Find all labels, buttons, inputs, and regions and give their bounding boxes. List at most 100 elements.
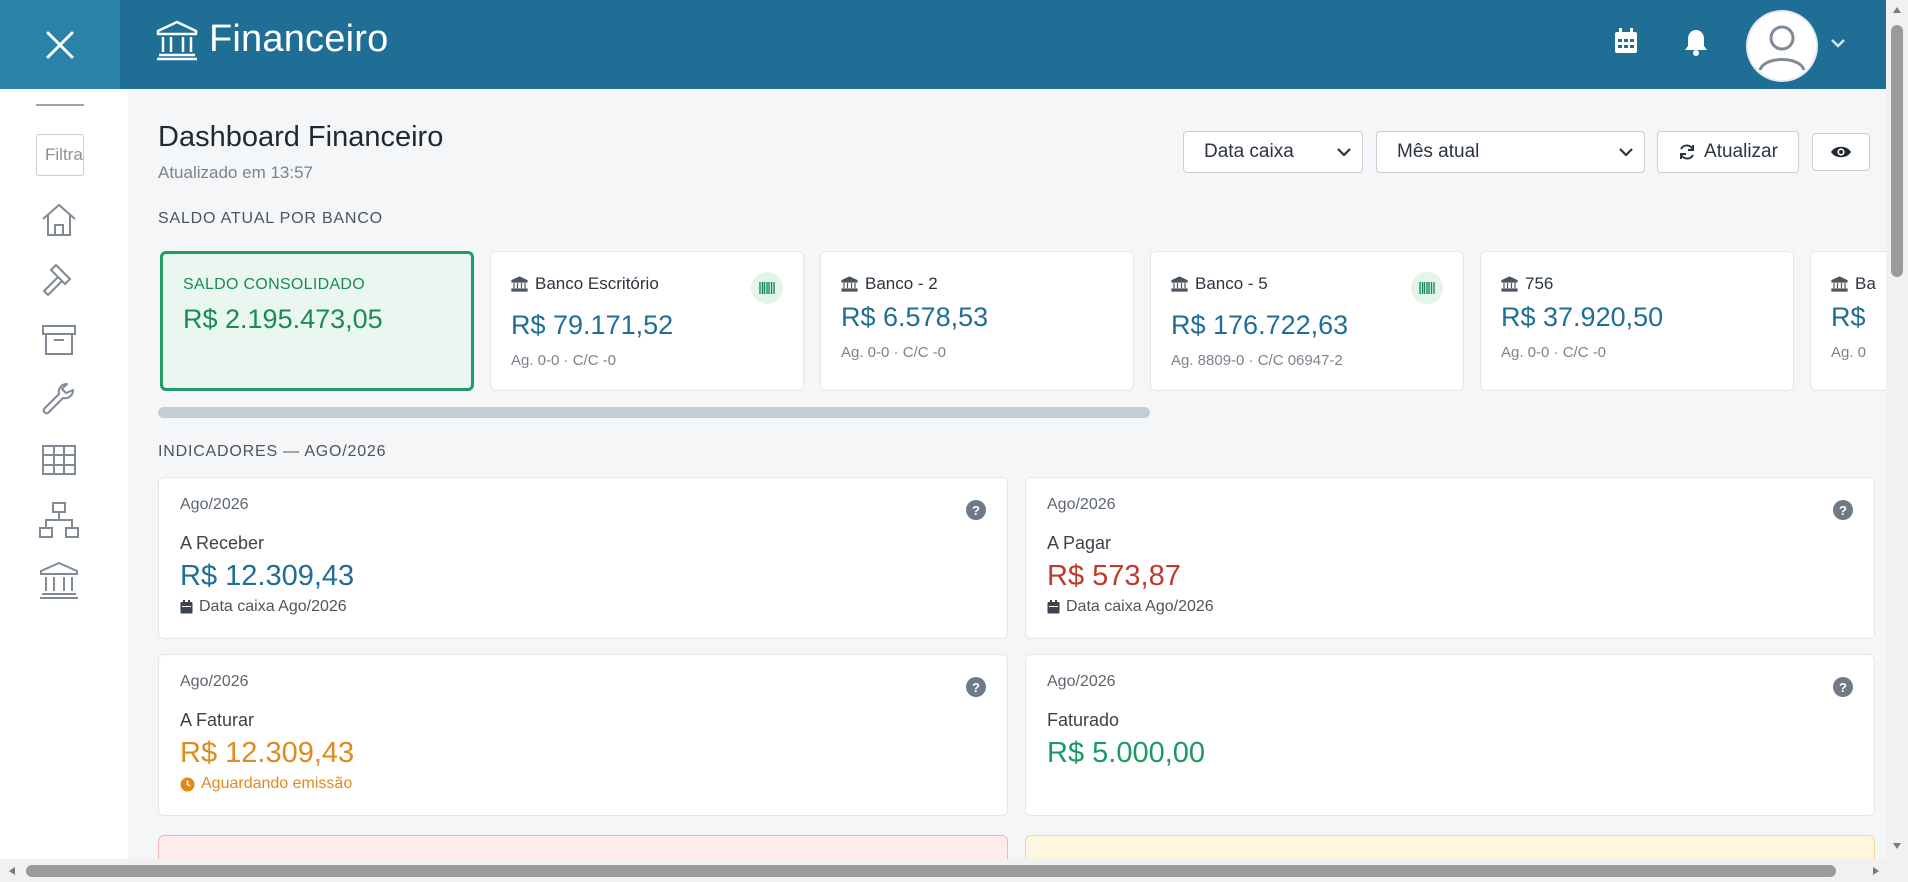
sidebar-divider [36, 104, 84, 106]
indicator-footnote-text: Data caixa Ago/2026 [199, 598, 347, 615]
barcode-icon [1419, 282, 1435, 294]
bank-card[interactable]: Banco Escritório R$ 79.171,52 Ag. 0-0 · … [490, 251, 804, 391]
indicator-period: Ago/2026 [1047, 496, 1116, 513]
indicator-value: R$ 5.000,00 [1047, 737, 1206, 769]
indicator-value: R$ 573,87 [1047, 560, 1181, 592]
indicator-title: A Receber [180, 533, 265, 553]
bank-amount: R$ 176.722,63 [1171, 310, 1349, 340]
calendar-button[interactable] [1614, 28, 1638, 59]
horizontal-scroll-thumb[interactable] [26, 865, 1836, 877]
bank-name: Banco - 5 [1171, 274, 1268, 294]
notifications-button[interactable] [1684, 28, 1708, 61]
indicator-card-to-invoice: Ago/2026 ? A Faturar R$ 12.309,43 Aguard… [158, 654, 1008, 816]
toggle-visibility-button[interactable] [1812, 133, 1870, 171]
indicator-title: Faturado [1047, 710, 1120, 730]
main-content: Dashboard Financeiro Atualizado em 13:57… [128, 89, 1899, 865]
bank-name-text: Banco Escritório [535, 274, 659, 293]
help-icon[interactable]: ? [966, 677, 986, 697]
scroll-left-icon[interactable] [8, 866, 16, 876]
bank-icon [1831, 276, 1848, 292]
indicator-footnote: Data caixa Ago/2026 [180, 598, 347, 616]
period-select[interactable]: Mês atual [1376, 131, 1645, 173]
chevron-down-icon [1831, 39, 1845, 48]
page-title: Dashboard Financeiro [158, 121, 444, 153]
indicator-footnote-text: Data caixa Ago/2026 [1066, 598, 1214, 615]
bank-account-detail: Ag. 0 [1831, 344, 1867, 361]
sidebar-item-archive[interactable] [36, 317, 82, 363]
barcode-badge [751, 272, 783, 304]
scroll-down-icon[interactable] [1892, 842, 1902, 850]
scroll-up-icon[interactable] [1892, 6, 1902, 14]
bank-name: Ba [1831, 274, 1876, 294]
user-menu-toggle[interactable] [1830, 36, 1846, 54]
indicators-section-label: INDICADORES — AGO/2026 [158, 443, 387, 460]
indicator-period: Ago/2026 [180, 496, 249, 513]
bank-name-text: Banco - 2 [865, 274, 938, 293]
bank-icon [1171, 276, 1188, 292]
user-avatar[interactable] [1746, 10, 1818, 82]
calendar-icon [1615, 28, 1637, 53]
sidebar-item-structure[interactable] [36, 497, 82, 543]
barcode-icon [759, 282, 775, 294]
sidebar-item-legal[interactable] [36, 257, 82, 303]
calendar-icon [1047, 600, 1060, 614]
indicator-period: Ago/2026 [1047, 673, 1116, 690]
bank-icon [841, 276, 858, 292]
date-type-select[interactable]: Data caixa [1183, 131, 1363, 173]
help-icon[interactable]: ? [1833, 500, 1853, 520]
bank-icon [1501, 276, 1518, 292]
bank-card[interactable]: Banco - 2 R$ 6.578,53 Ag. 0-0 · C/C -0 [820, 251, 1134, 391]
home-icon [42, 203, 76, 236]
indicator-footnote: Aguardando emissão [180, 775, 352, 793]
indicator-title: A Pagar [1047, 533, 1112, 553]
bank-card[interactable]: 756 R$ 37.920,50 Ag. 0-0 · C/C -0 [1480, 251, 1794, 391]
sitemap-icon [39, 502, 79, 538]
sidebar-item-tools[interactable] [36, 377, 82, 423]
refresh-button[interactable]: Atualizar [1657, 131, 1799, 173]
bank-name-text: Banco - 5 [1195, 274, 1268, 293]
bank-amount: R$ 6.578,53 [841, 302, 989, 332]
bank-account-detail: Ag. 0-0 · C/C -0 [1501, 344, 1607, 361]
bank-icon [40, 561, 78, 599]
top-bar: Financeiro [0, 0, 1886, 89]
bank-amount: R$ 37.920,50 [1501, 302, 1664, 332]
consolidated-balance-card[interactable]: SALDO CONSOLIDADO R$ 2.195.473,05 [160, 251, 474, 391]
scroll-right-icon[interactable] [1872, 866, 1880, 876]
sidebar-item-bank[interactable] [36, 557, 82, 603]
period-value: Mês atual [1397, 141, 1480, 162]
indicator-period: Ago/2026 [180, 673, 249, 690]
vertical-scrollbar[interactable] [1886, 0, 1908, 859]
wrench-icon [42, 383, 74, 415]
consolidated-amount: R$ 2.195.473,05 [183, 304, 383, 334]
bank-account-detail: Ag. 8809-0 · C/C 06947-2 [1171, 352, 1343, 369]
close-button[interactable] [0, 0, 120, 89]
indicator-footnote-text: Aguardando emissão [201, 775, 353, 792]
bank-amount: R$ 79.171,52 [511, 310, 674, 340]
bank-row-scrollbar[interactable] [158, 407, 1150, 418]
bank-name-text: Ba [1855, 274, 1876, 293]
indicator-card-invoiced: Ago/2026 ? Faturado R$ 5.000,00 [1025, 654, 1875, 816]
consolidated-label: SALDO CONSOLIDADO [183, 276, 366, 293]
horizontal-scrollbar[interactable] [0, 859, 1908, 882]
vertical-scroll-thumb[interactable] [1891, 25, 1903, 277]
table-icon [42, 445, 76, 475]
bank-name: Banco - 2 [841, 274, 938, 294]
bank-name: Banco Escritório [511, 274, 659, 294]
sidebar-item-home[interactable] [36, 197, 82, 243]
indicator-title: A Faturar [180, 710, 255, 730]
bank-card[interactable]: Banco - 5 R$ 176.722,63 Ag. 8809-0 · C/C… [1150, 251, 1464, 391]
help-icon[interactable]: ? [966, 500, 986, 520]
close-icon [46, 31, 74, 58]
bank-cards-row: SALDO CONSOLIDADO R$ 2.195.473,05 Banco … [158, 251, 1899, 401]
chevron-down-icon [1619, 148, 1633, 157]
banks-section-label: SALDO ATUAL POR BANCO [158, 210, 383, 227]
gavel-icon [42, 263, 72, 297]
bank-name-text: 756 [1525, 274, 1554, 293]
sidebar-filter-input[interactable] [36, 134, 84, 176]
bell-icon [1685, 30, 1707, 56]
help-icon[interactable]: ? [1833, 677, 1853, 697]
sidebar-item-table[interactable] [36, 437, 82, 483]
user-icon [1748, 12, 1816, 80]
bank-icon [156, 20, 198, 60]
indicator-value: R$ 12.309,43 [180, 560, 355, 592]
